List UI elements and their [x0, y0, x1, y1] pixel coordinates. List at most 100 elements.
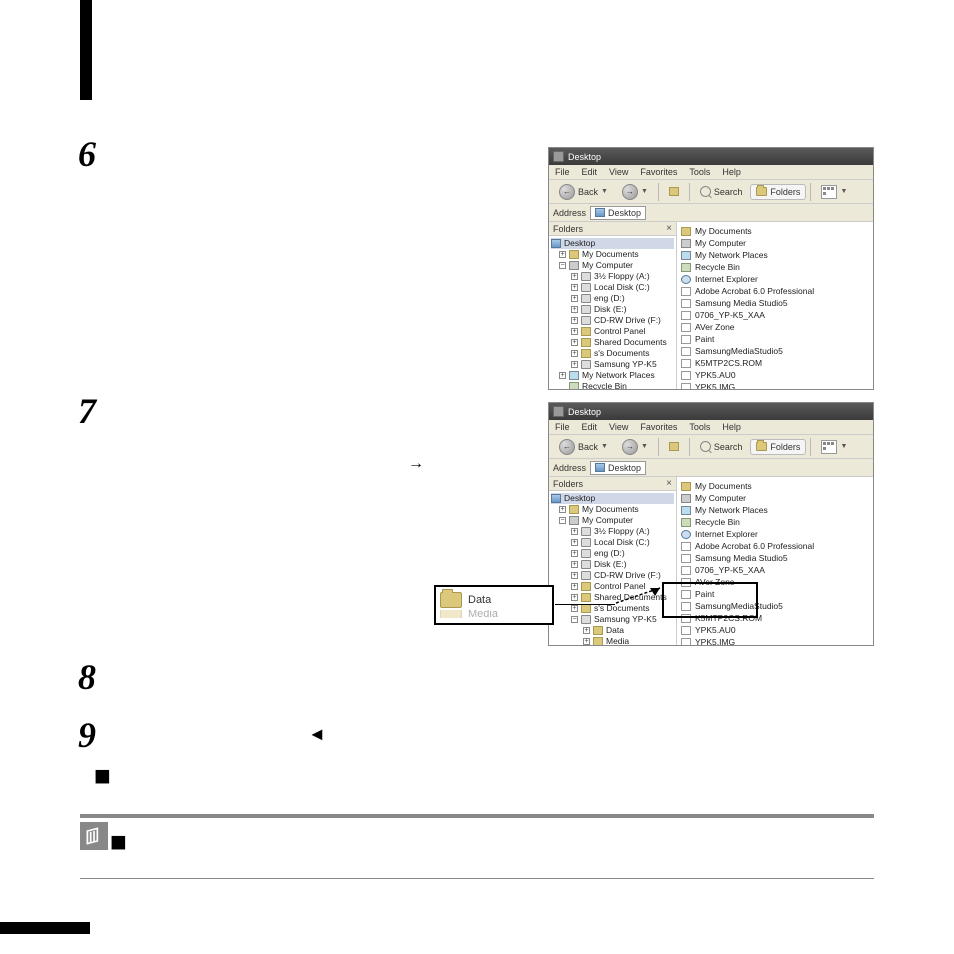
menu-help[interactable]: Help	[722, 167, 741, 177]
addressbar: Address Desktop	[549, 459, 873, 477]
folders-pane: Folders × Desktop +My Documents −My Comp…	[549, 222, 677, 389]
tree-item[interactable]: +Samsung YP-K5	[551, 359, 674, 370]
tree-item[interactable]: Recycle Bin	[551, 381, 674, 389]
list-item[interactable]: Adobe Acrobat 6.0 Professional	[681, 285, 869, 297]
folder-tree: Desktop +My Documents −My Computer +3½ F…	[549, 491, 676, 645]
close-icon[interactable]: ×	[666, 478, 672, 489]
list-item[interactable]: YPK5.IMG	[681, 636, 869, 645]
views-button[interactable]: ▼	[815, 437, 853, 457]
list-item[interactable]: My Documents	[681, 480, 869, 492]
address-field[interactable]: Desktop	[590, 206, 646, 220]
close-icon[interactable]: ×	[666, 223, 672, 234]
note-bullet: ■	[110, 826, 127, 858]
list-item[interactable]: 0706_YP-K5_XAA	[681, 564, 869, 576]
views-button[interactable]: ▼	[815, 182, 853, 202]
tree-item[interactable]: +CD-RW Drive (F:)	[551, 570, 674, 581]
tree-item[interactable]: −My Computer	[551, 260, 674, 271]
bullet-symbol: ■	[94, 760, 111, 792]
list-item[interactable]: My Computer	[681, 492, 869, 504]
folders-pane: Folders × Desktop +My Documents −My Comp…	[549, 477, 677, 645]
menu-favorites[interactable]: Favorites	[640, 167, 677, 177]
window-title: Desktop	[568, 407, 601, 417]
tree-item[interactable]: +eng (D:)	[551, 293, 674, 304]
list-item[interactable]: YPK5.IMG	[681, 381, 869, 389]
addressbar: Address Desktop	[549, 204, 873, 222]
page-frame-top	[80, 0, 92, 100]
data-folder-callout: Data Media	[440, 592, 498, 618]
tree-item[interactable]: +3½ Floppy (A:)	[551, 271, 674, 282]
list-item[interactable]: Internet Explorer	[681, 528, 869, 540]
tree-item[interactable]: +Media	[551, 636, 674, 645]
tree-desktop[interactable]: Desktop	[551, 238, 674, 249]
list-item[interactable]: My Network Places	[681, 249, 869, 261]
list-item[interactable]: AVer Zone	[681, 321, 869, 333]
menu-edit[interactable]: Edit	[582, 422, 598, 432]
menu-tools[interactable]: Tools	[689, 422, 710, 432]
list-item[interactable]: Recycle Bin	[681, 516, 869, 528]
tree-item[interactable]: +s's Documents	[551, 348, 674, 359]
menu-file[interactable]: File	[555, 167, 570, 177]
step-number-6: 6	[78, 133, 96, 175]
search-button[interactable]: Search	[694, 183, 749, 200]
back-button[interactable]: ←Back▼	[553, 181, 614, 203]
tree-item[interactable]: +Local Disk (C:)	[551, 282, 674, 293]
tree-item[interactable]: +Disk (E:)	[551, 559, 674, 570]
tree-item[interactable]: −My Computer	[551, 515, 674, 526]
tree-desktop[interactable]: Desktop	[551, 493, 674, 504]
list-item[interactable]: YPK5.AU0	[681, 369, 869, 381]
list-item[interactable]: Samsung Media Studio5	[681, 297, 869, 309]
window-icon	[553, 406, 564, 417]
tree-item[interactable]: −Samsung YP-K5	[551, 614, 674, 625]
tree-item[interactable]: +Data	[551, 625, 674, 636]
tree-item[interactable]: +CD-RW Drive (F:)	[551, 315, 674, 326]
menu-view[interactable]: View	[609, 167, 628, 177]
list-item[interactable]: Recycle Bin	[681, 261, 869, 273]
up-button[interactable]	[663, 184, 685, 199]
list-item[interactable]: SamsungMediaStudio5	[681, 345, 869, 357]
toolbar-separator	[658, 438, 659, 456]
tree-item[interactable]: +3½ Floppy (A:)	[551, 526, 674, 537]
search-button[interactable]: Search	[694, 438, 749, 455]
folder-icon	[440, 610, 462, 618]
folders-button[interactable]: Folders	[750, 184, 806, 200]
menu-view[interactable]: View	[609, 422, 628, 432]
list-item[interactable]: My Documents	[681, 225, 869, 237]
menu-edit[interactable]: Edit	[582, 167, 598, 177]
toolbar: ←Back▼ →▼ Search Folders ▼	[549, 180, 873, 204]
titlebar[interactable]: Desktop	[549, 403, 873, 420]
tree-item[interactable]: +eng (D:)	[551, 548, 674, 559]
titlebar[interactable]: Desktop	[549, 148, 873, 165]
list-item[interactable]: Adobe Acrobat 6.0 Professional	[681, 540, 869, 552]
list-item[interactable]: 0706_YP-K5_XAA	[681, 309, 869, 321]
list-item[interactable]: YPK5.AU0	[681, 624, 869, 636]
list-item[interactable]: K5MTP2CS.ROM	[681, 357, 869, 369]
tree-item[interactable]: +My Network Places	[551, 370, 674, 381]
list-item[interactable]: Paint	[681, 333, 869, 345]
back-button[interactable]: ←Back▼	[553, 436, 614, 458]
menu-tools[interactable]: Tools	[689, 167, 710, 177]
tree-item[interactable]: +Shared Documents	[551, 337, 674, 348]
address-field[interactable]: Desktop	[590, 461, 646, 475]
tree-item[interactable]: +Local Disk (C:)	[551, 537, 674, 548]
forward-button[interactable]: →▼	[616, 436, 654, 458]
tree-item[interactable]: +My Documents	[551, 504, 674, 515]
tree-item[interactable]: +Disk (E:)	[551, 304, 674, 315]
explorer-window-1: Desktop File Edit View Favorites Tools H…	[548, 147, 874, 390]
tree-item[interactable]: +Control Panel	[551, 581, 674, 592]
list-item[interactable]: My Network Places	[681, 504, 869, 516]
menu-help[interactable]: Help	[722, 422, 741, 432]
toolbar-separator	[658, 183, 659, 201]
up-button[interactable]	[663, 439, 685, 454]
tree-item[interactable]: +Control Panel	[551, 326, 674, 337]
forward-button[interactable]: →▼	[616, 181, 654, 203]
list-item[interactable]: Samsung Media Studio5	[681, 552, 869, 564]
tree-item[interactable]: +My Documents	[551, 249, 674, 260]
menu-file[interactable]: File	[555, 422, 570, 432]
toolbar-separator	[810, 183, 811, 201]
tree-item[interactable]: +Shared Documents	[551, 592, 674, 603]
folders-button[interactable]: Folders	[750, 439, 806, 455]
list-item[interactable]: Internet Explorer	[681, 273, 869, 285]
note-icon	[80, 822, 108, 850]
list-item[interactable]: My Computer	[681, 237, 869, 249]
menu-favorites[interactable]: Favorites	[640, 422, 677, 432]
